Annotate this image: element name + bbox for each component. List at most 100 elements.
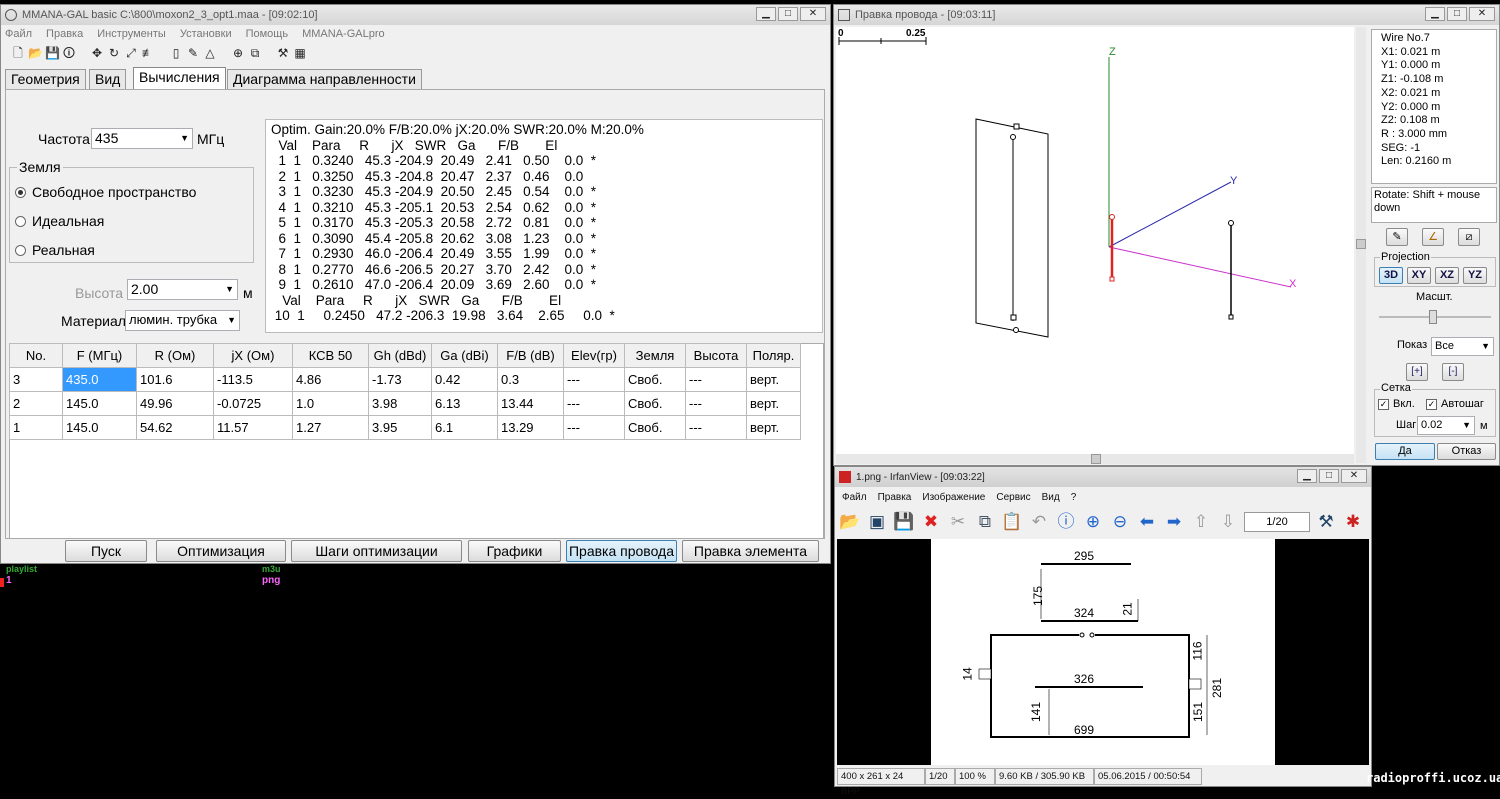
tab-geometry[interactable]: Геометрия [5, 69, 86, 89]
table-row[interactable]: 2 145.0 49.96 -0.0725 1.0 3.98 6.13 13.4… [9, 391, 801, 416]
minimize-button[interactable]: ▁ [1425, 7, 1445, 21]
table-cell[interactable]: --- [685, 367, 747, 392]
close-button[interactable]: ✕ [1469, 7, 1495, 21]
irfan-menu-image[interactable]: Изображение [922, 492, 985, 503]
material-combo[interactable]: люмин. трубка ▼ [125, 310, 240, 331]
col-header[interactable]: Высота [685, 343, 747, 368]
new-file-icon[interactable]: 🗋 [11, 46, 25, 60]
pen-icon[interactable]: ✎ [186, 46, 200, 60]
document-icon[interactable]: ▯ [169, 46, 183, 60]
undo-icon[interactable]: ↶ [1028, 511, 1050, 533]
optim-steps-button[interactable]: Шаги оптимизации [291, 540, 462, 562]
table-cell[interactable]: 3.95 [368, 415, 432, 440]
menu-file[interactable]: Файл [5, 28, 32, 40]
table-cell[interactable]: --- [563, 367, 625, 392]
table-cell[interactable]: Своб. [624, 367, 686, 392]
scrollbar-thumb[interactable] [1091, 454, 1101, 464]
proj-xy-button[interactable]: XY [1407, 267, 1431, 284]
table-cell[interactable]: Своб. [624, 415, 686, 440]
zoom-in-icon[interactable]: ⊕ [1082, 511, 1104, 533]
page-field[interactable]: 1/20 [1244, 512, 1310, 532]
table-cell[interactable]: верт. [746, 391, 801, 416]
menu-edit[interactable]: Правка [46, 28, 83, 40]
horizontal-scrollbar[interactable] [836, 454, 1354, 464]
table-cell-selected[interactable]: 435.0 [62, 367, 137, 392]
table-cell[interactable]: верт. [746, 367, 801, 392]
irfan-menu-edit[interactable]: Правка [878, 492, 912, 503]
menu-tools[interactable]: Инструменты [97, 28, 166, 40]
save-icon[interactable]: 💾 [893, 511, 915, 533]
grid-on-checkbox[interactable]: ✓ Вкл. [1378, 398, 1415, 410]
table-cell[interactable]: 13.44 [497, 391, 564, 416]
table-cell[interactable]: 1 [9, 415, 63, 440]
minimize-button[interactable]: ▁ [756, 7, 776, 21]
calculator-icon[interactable]: ▦ [293, 46, 307, 60]
table-cell[interactable]: 1.27 [292, 415, 369, 440]
mmana-titlebar[interactable]: MMANA-GAL basic C:\800\moxon2_3_opt1.maa… [1, 5, 830, 25]
col-header[interactable]: Поляр. [746, 343, 801, 368]
cut-icon[interactable]: ✂ [947, 511, 969, 533]
tools-icon[interactable]: ⚒ [276, 46, 290, 60]
delete-icon[interactable]: ✖ [920, 511, 942, 533]
zoom-reset-icon[interactable]: [-] [1442, 363, 1464, 381]
maximize-button[interactable]: □ [1447, 7, 1467, 21]
pen-icon[interactable]: ✎ [1386, 228, 1408, 246]
table-cell[interactable]: 4.86 [292, 367, 369, 392]
irfan-menu-tools[interactable]: Сервис [996, 492, 1030, 503]
table-cell[interactable]: 49.96 [136, 391, 214, 416]
table-cell[interactable]: --- [685, 391, 747, 416]
ok-button[interactable]: Да [1375, 443, 1435, 460]
ground-real-radio[interactable]: Реальная [15, 242, 95, 258]
wires-icon[interactable]: ≢ [141, 46, 155, 60]
col-header[interactable]: Gh (dBd) [368, 343, 432, 368]
close-button[interactable]: ✕ [1341, 469, 1367, 483]
autostep-checkbox[interactable]: ✓ Автошаг [1426, 398, 1484, 410]
table-cell[interactable]: 13.29 [497, 415, 564, 440]
tab-calculations[interactable]: Вычисления [133, 67, 226, 89]
info-icon[interactable]: ⓘ [1055, 511, 1077, 533]
copy-icon[interactable]: ⧉ [974, 511, 996, 533]
col-header[interactable]: F/B (dB) [497, 343, 564, 368]
ground-free-space-radio[interactable]: Свободное пространство [15, 184, 196, 200]
edit-element-button[interactable]: Правка элемента [682, 540, 819, 562]
col-header[interactable]: F (МГц) [62, 343, 137, 368]
maximize-button[interactable]: □ [778, 7, 798, 21]
col-header[interactable]: No. [9, 343, 63, 368]
scale-slider[interactable] [1379, 310, 1491, 324]
save-icon[interactable]: 💾 [45, 46, 60, 60]
zoom-fit-icon[interactable]: [+] [1406, 363, 1428, 381]
table-cell[interactable]: верт. [746, 415, 801, 440]
table-cell[interactable]: 101.6 [136, 367, 214, 392]
menu-pro[interactable]: MMANA-GALpro [302, 28, 385, 40]
menu-settings[interactable]: Установки [180, 28, 232, 40]
move-icon[interactable]: ✥ [90, 46, 104, 60]
frame-icon[interactable]: ⧄ [1458, 228, 1480, 246]
table-cell[interactable]: 11.57 [213, 415, 293, 440]
image-view[interactable]: 295 175 324 21 116 14 326 281 141 151 69… [837, 539, 1369, 765]
wire-3d-view[interactable]: 0 0.25 Z Y X [836, 27, 1354, 454]
proj-xz-button[interactable]: XZ [1435, 267, 1459, 284]
col-header[interactable]: Ga (dBi) [431, 343, 498, 368]
open-folder-icon[interactable]: 📂 [28, 46, 43, 60]
table-cell[interactable]: Своб. [624, 391, 686, 416]
target-icon[interactable]: ⊕ [231, 46, 245, 60]
zoom-out-icon[interactable]: ⊖ [1109, 511, 1131, 533]
irfan-menu-view[interactable]: Вид [1042, 492, 1060, 503]
next-image-icon[interactable]: ➡ [1163, 511, 1185, 533]
ground-ideal-radio[interactable]: Идеальная [15, 213, 104, 229]
copy-icon[interactable]: ⧉ [248, 46, 262, 60]
tab-pattern[interactable]: Диаграмма направленности [227, 69, 422, 89]
proj-yz-button[interactable]: YZ [1463, 267, 1487, 284]
table-cell[interactable]: 3 [9, 367, 63, 392]
table-cell[interactable]: -0.0725 [213, 391, 293, 416]
irfan-titlebar[interactable]: 1.png - IrfanView - [09:03:22] ▁ □ ✕ [835, 467, 1371, 487]
table-row[interactable]: 1 145.0 54.62 11.57 1.27 3.95 6.1 13.29 … [9, 415, 801, 440]
proj-3d-button[interactable]: 3D [1379, 267, 1403, 284]
irfan-menu-help[interactable]: ? [1071, 492, 1077, 503]
menu-help[interactable]: Помощь [246, 28, 289, 40]
prev-image-icon[interactable]: ⬅ [1136, 511, 1158, 533]
vertical-scrollbar[interactable] [1356, 27, 1366, 463]
table-cell[interactable]: 145.0 [62, 391, 137, 416]
maximize-button[interactable]: □ [1319, 469, 1339, 483]
table-cell[interactable]: 145.0 [62, 415, 137, 440]
